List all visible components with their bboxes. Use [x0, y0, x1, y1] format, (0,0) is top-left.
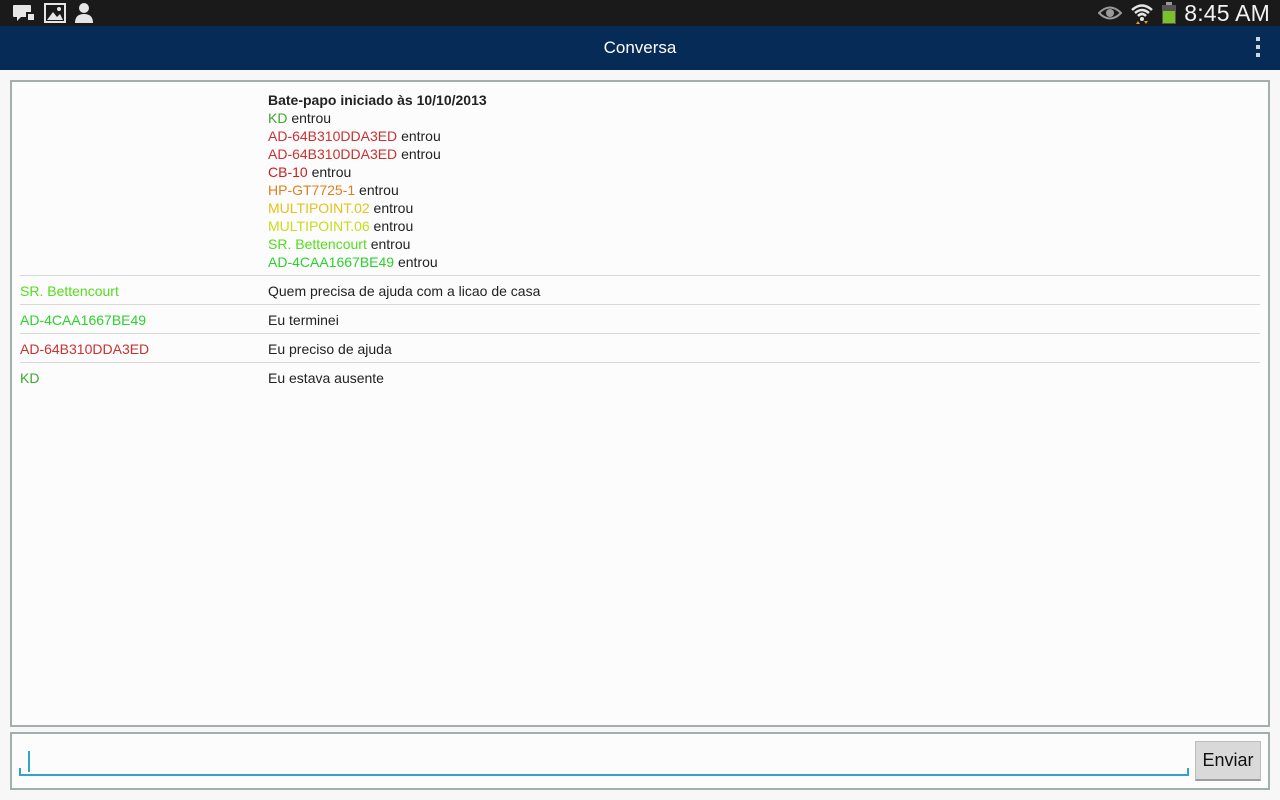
overflow-menu-icon[interactable] [1254, 37, 1262, 61]
status-right-icons: 8:45 AM [1098, 0, 1270, 26]
chat-join-log: Bate-papo iniciado às 10/10/2013 KD entr… [268, 91, 487, 271]
joined-entry: HP-GT7725-1 entrou [268, 181, 487, 199]
joined-suffix: entrou [370, 236, 411, 252]
joined-suffix: entrou [291, 110, 332, 126]
message-text: Eu preciso de ajuda [268, 341, 392, 357]
gallery-icon [44, 3, 66, 23]
input-underline-right [1187, 768, 1189, 776]
message-sender: AD-64B310DDA3ED [20, 341, 150, 357]
joined-entry: SR. Bettencourt entrou [268, 235, 487, 253]
joined-entry: KD entrou [268, 109, 487, 127]
joined-user-name: AD-64B310DDA3ED [268, 146, 398, 162]
message-row: SR. Bettencourt Quem precisa de ajuda com… [20, 275, 1260, 304]
input-underline-left [19, 768, 21, 776]
joined-user-name: AD-4CAA1667BE49 [268, 254, 395, 270]
chat-started-text: Bate-papo iniciado às 10/10/2013 [268, 92, 487, 108]
wifi-icon [1131, 4, 1154, 24]
message-row: KD Eu estava ausente [20, 362, 1260, 391]
joined-entry: AD-64B310DDA3ED entrou [268, 127, 487, 145]
message-notification-icon [13, 5, 35, 21]
message-row: AD-64B310DDA3ED Eu preciso de ajuda [20, 333, 1260, 362]
status-left-icons [12, 2, 94, 24]
eye-icon [1098, 6, 1123, 20]
joined-suffix: entrou [359, 182, 399, 198]
joined-suffix: entrou [397, 254, 438, 270]
joined-entry: MULTIPOINT.02 entrou [268, 199, 487, 217]
joined-entry: MULTIPOINT.06 entrou [268, 217, 487, 235]
battery-icon [1162, 2, 1177, 24]
message-sender: AD-4CAA1667BE49 [20, 312, 147, 328]
send-button[interactable]: Enviar [1195, 741, 1261, 781]
action-bar-title: Conversa [603, 38, 677, 57]
joined-user-name: SR. Bettencourt [268, 236, 367, 252]
joined-user-name: AD-64B310DDA3ED [268, 128, 398, 144]
message-row: AD-4CAA1667BE49 Eu terminei [20, 304, 1260, 333]
contact-icon [75, 3, 93, 23]
status-time: 8:45 AM [1184, 0, 1270, 26]
joined-entry: AD-4CAA1667BE49 entrou [268, 253, 487, 271]
composer: Enviar [10, 732, 1270, 790]
joined-list: KD entrou AD-64B310DDA3ED entrou AD-64B310… [268, 109, 487, 271]
joined-user-name: MULTIPOINT.06 [268, 218, 370, 234]
joined-suffix: entrou [311, 164, 352, 180]
text-cursor [28, 751, 30, 772]
message-input[interactable] [19, 744, 1189, 776]
joined-suffix: entrou [373, 200, 414, 216]
joined-user-name: HP-GT7725-1 [268, 182, 356, 198]
message-text: Eu estava ausente [268, 370, 384, 386]
joined-suffix: entrou [401, 128, 441, 144]
joined-user-name: MULTIPOINT.02 [268, 200, 370, 216]
joined-suffix: entrou [373, 218, 414, 234]
joined-entry: CB-10 entrou [268, 163, 487, 181]
message-sender: KD [20, 370, 40, 386]
message-sender: SR. Bettencourt [20, 283, 119, 299]
joined-entry: AD-64B310DDA3ED entrou [268, 145, 487, 163]
joined-suffix: entrou [401, 146, 441, 162]
joined-user-name: CB-10 [268, 164, 308, 180]
status-bar: 8:45 AM [0, 0, 1280, 26]
action-bar: Conversa [0, 26, 1280, 70]
message-text: Eu terminei [268, 312, 339, 328]
message-text: Quem precisa de ajuda com a licao de cas… [268, 283, 541, 299]
chat-history[interactable]: Bate-papo iniciado às 10/10/2013 KD entr… [10, 80, 1270, 727]
joined-user-name: KD [268, 110, 288, 126]
